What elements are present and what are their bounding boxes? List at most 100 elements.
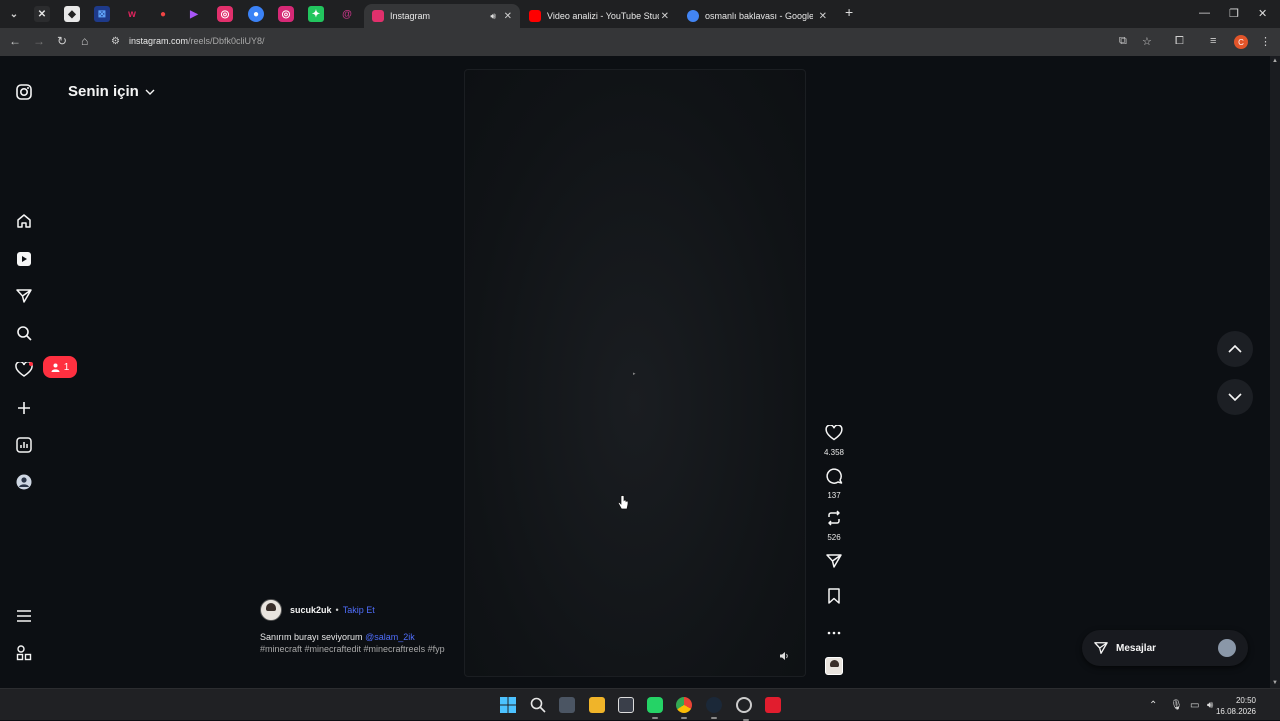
network-icon[interactable]: ▭	[1190, 700, 1199, 711]
close-tab-icon[interactable]: ✕	[661, 11, 669, 22]
hand-cursor-icon	[618, 495, 629, 510]
reel-hashtags[interactable]: #minecraft #minecraftedit #minecraftreel…	[260, 643, 450, 655]
site-info-icon[interactable]: ⚙	[111, 36, 120, 47]
ellipsis-icon	[827, 631, 841, 635]
restore-icon[interactable]: ❐	[1229, 7, 1239, 20]
notification-badge[interactable]: 1	[43, 356, 77, 378]
pinned-tab-app-icon[interactable]: ✦	[308, 6, 324, 22]
pinned-tab-app-icon[interactable]: ●	[248, 6, 264, 22]
comment-button[interactable]: 137	[820, 468, 848, 500]
volume-icon[interactable]: 🔊︎	[1207, 700, 1213, 711]
feed-title: Senin için	[68, 83, 139, 100]
store-icon[interactable]	[618, 697, 634, 713]
youtube-favicon-icon	[529, 10, 541, 22]
steam-icon[interactable]	[706, 697, 722, 719]
tab-google-search[interactable]: osmanlı baklavası - Google'da A ✕	[679, 4, 835, 28]
home-icon[interactable]: ⌂	[81, 34, 88, 48]
like-count: 4.358	[823, 448, 845, 457]
profile-avatar-icon[interactable]	[14, 472, 34, 492]
close-tab-icon[interactable]: ✕	[819, 11, 827, 22]
pinned-tab-muted-icon[interactable]: ✕	[34, 6, 50, 22]
heart-icon[interactable]	[14, 360, 34, 380]
heart-icon	[825, 424, 843, 441]
reels-icon[interactable]	[14, 249, 34, 269]
address-bar[interactable]: instagram.com/reels/Dbfk0cliUY8/	[129, 36, 265, 46]
feed-selector[interactable]: Senin için	[68, 83, 155, 100]
file-explorer-icon[interactable]	[589, 697, 605, 713]
author-avatar[interactable]	[260, 599, 282, 621]
audio-cover-avatar	[825, 657, 843, 675]
task-view-icon[interactable]	[559, 697, 575, 713]
whatsapp-icon[interactable]	[647, 697, 663, 719]
direct-icon[interactable]	[14, 286, 34, 306]
show-hidden-icons-icon[interactable]: ⌃	[1149, 700, 1157, 711]
app-icon[interactable]	[736, 697, 752, 721]
pinned-tab-threads-icon[interactable]: @	[339, 6, 355, 22]
messages-button[interactable]: Mesajlar	[1082, 630, 1248, 666]
tab-instagram[interactable]: Instagram 🔊︎ ✕	[364, 4, 520, 28]
extensions-icon[interactable]: ⧠	[1175, 35, 1184, 48]
minimize-icon[interactable]: —	[1199, 7, 1210, 19]
pinned-tab-app-icon[interactable]: ⊠	[94, 6, 110, 22]
loading-indicator-icon: ▸	[633, 371, 636, 377]
pinned-tab-app-icon[interactable]: w	[124, 6, 140, 22]
close-tab-icon[interactable]: ✕	[504, 11, 512, 22]
chrome-menu-icon[interactable]: ⋮	[1260, 35, 1271, 48]
share-icon	[826, 554, 842, 568]
audio-thumbnail[interactable]	[820, 657, 848, 675]
pinned-tab-app-icon[interactable]: ▶	[186, 6, 202, 22]
pinned-tab-instagram-icon[interactable]: ◎	[278, 6, 294, 22]
chevron-down-icon	[1228, 393, 1242, 401]
search-icon[interactable]	[14, 323, 34, 343]
menu-icon[interactable]	[14, 606, 34, 626]
reload-icon[interactable]: ↻	[57, 34, 67, 48]
chrome-icon[interactable]	[676, 697, 692, 719]
share-button[interactable]	[820, 553, 848, 574]
instagram-logo-icon[interactable]	[14, 82, 34, 102]
close-window-icon[interactable]: ✕	[1258, 7, 1267, 20]
url-host: instagram.com	[129, 36, 189, 46]
back-arrow-icon[interactable]: ←	[9, 34, 21, 48]
next-reel-button[interactable]	[1217, 379, 1253, 415]
like-button[interactable]: 4.358	[820, 424, 848, 457]
profile-avatar[interactable]: C	[1234, 35, 1248, 49]
tab-title: Video analizi - YouTube Studio	[547, 11, 659, 21]
home-icon[interactable]	[14, 211, 34, 231]
pinned-tab-app-icon[interactable]: ●	[155, 6, 171, 22]
taskbar-search-icon[interactable]	[530, 697, 546, 713]
pinned-tab-instagram-icon[interactable]: ◎	[217, 6, 233, 22]
notification-count: 1	[63, 361, 70, 373]
start-windows-icon[interactable]	[500, 697, 516, 713]
create-icon[interactable]	[14, 398, 34, 418]
scroll-up-arrow-icon[interactable]: ▲	[1272, 58, 1278, 64]
repost-button[interactable]: 526	[820, 510, 848, 542]
media-control-icon[interactable]: ≡	[1210, 35, 1216, 47]
filezilla-icon[interactable]	[765, 697, 781, 713]
audio-playing-icon[interactable]: 🔊︎	[490, 11, 496, 22]
bookmark-star-icon[interactable]: ☆	[1142, 35, 1152, 48]
previous-reel-button[interactable]	[1217, 331, 1253, 367]
forward-arrow-icon[interactable]: →	[33, 34, 45, 48]
audio-toggle-icon[interactable]	[779, 651, 791, 663]
tab-title: osmanlı baklavası - Google'da A	[705, 11, 813, 21]
follow-button[interactable]: Takip Et	[343, 605, 375, 615]
save-button[interactable]	[820, 588, 848, 609]
microphone-icon[interactable]: 🎙︎	[1170, 700, 1183, 711]
new-tab-plus-icon[interactable]: +	[845, 4, 853, 20]
author-username[interactable]: sucuk2uk	[290, 605, 332, 615]
caption-mention-link[interactable]: @salam_2ik	[365, 632, 415, 642]
scroll-down-arrow-icon[interactable]: ▼	[1272, 680, 1278, 686]
more-options-button[interactable]	[820, 622, 848, 640]
install-app-icon[interactable]: ⧉	[1119, 35, 1127, 48]
chevron-up-icon	[1228, 345, 1242, 353]
dashboard-icon[interactable]	[14, 435, 34, 455]
more-apps-icon[interactable]	[14, 643, 34, 663]
messages-avatar	[1218, 639, 1236, 657]
tab-youtube-studio[interactable]: Video analizi - YouTube Studio ✕	[521, 4, 677, 28]
taskbar-clock[interactable]: 20:50 16.08.2026	[1216, 695, 1256, 717]
browser-tab-bar: ⌄ ✕ ◆ ⊠ w ● ▶ ◎ ● ◎ ✦ @ Instagram 🔊︎ ✕ V…	[0, 0, 1280, 28]
pinned-tab-app-icon[interactable]: ◆	[64, 6, 80, 22]
tab-search-chevron-down-icon[interactable]: ⌄	[6, 6, 22, 22]
chevron-down-icon	[145, 89, 155, 95]
page-scrollbar[interactable]: ▲ ▼	[1270, 56, 1280, 688]
